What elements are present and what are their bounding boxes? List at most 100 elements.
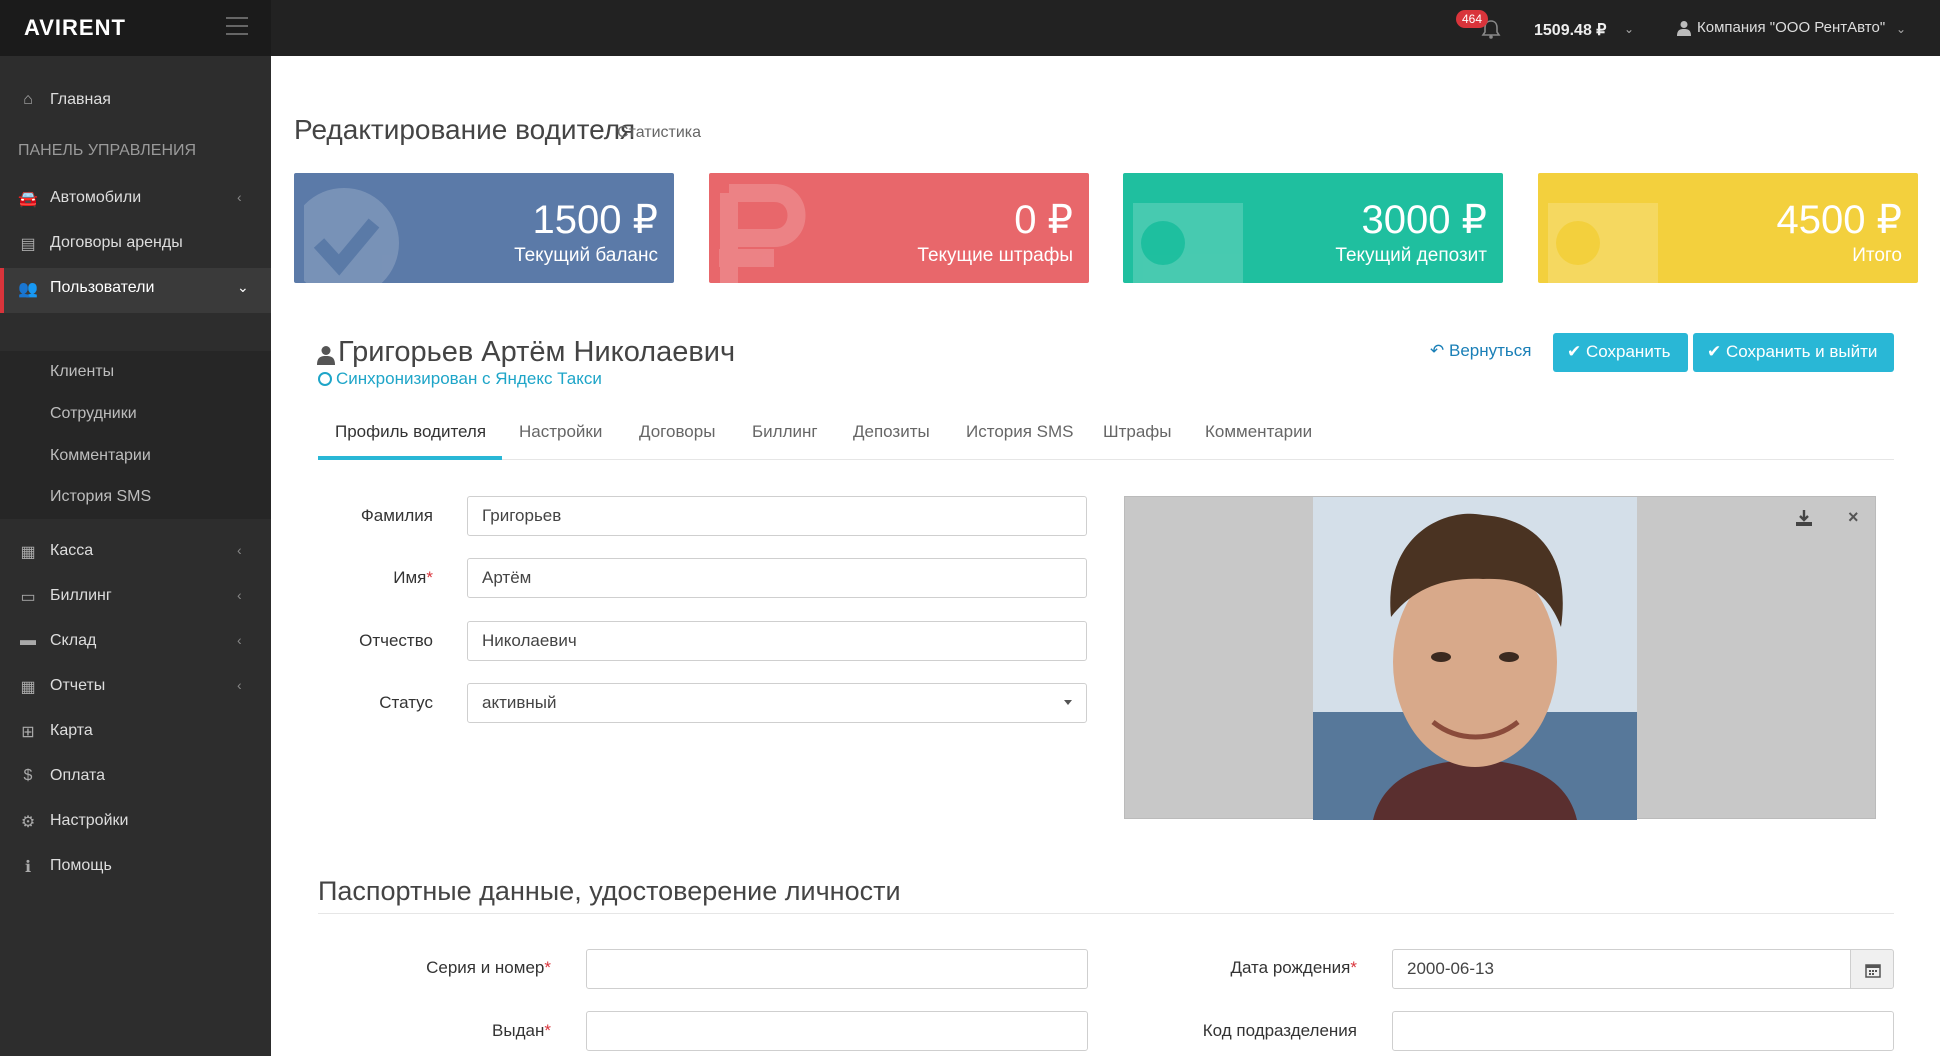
chevron-down-icon: ⌄ <box>237 279 249 295</box>
sidebar-item-warehouse[interactable]: ▬ Склад ‹ <box>0 621 271 663</box>
tab-contracts[interactable]: Договоры <box>639 422 715 442</box>
patronymic-field[interactable]: Николаевич <box>467 621 1087 661</box>
chevron-left-icon: ‹ <box>237 542 242 558</box>
first-name-label: Имя* <box>320 568 433 588</box>
tab-billing[interactable]: Биллинг <box>752 422 818 442</box>
tab-driver-profile[interactable]: Профиль водителя <box>335 422 486 442</box>
chevron-left-icon: ‹ <box>237 189 242 205</box>
close-icon[interactable]: × <box>1848 507 1859 528</box>
archive-icon: ▬ <box>20 632 36 649</box>
sidebar-item-cash[interactable]: ▦ Касса ‹ <box>0 531 271 573</box>
first-name-label-text: Имя <box>393 568 427 587</box>
tab-sms-history[interactable]: История SMS <box>966 422 1074 442</box>
sidebar-item-label: Автомобили <box>50 189 142 206</box>
sidebar-item-map[interactable]: ⊞ Карта <box>0 711 271 753</box>
sidebar-item-billing[interactable]: ▭ Биллинг ‹ <box>0 576 271 618</box>
tab-deposits[interactable]: Депозиты <box>853 422 930 442</box>
sidebar-item-label: Склад <box>50 632 97 649</box>
driver-name: Григорьев Артём Николаевич <box>338 336 736 368</box>
sidebar-item-label: Помощь <box>50 857 112 874</box>
chevron-down-icon[interactable]: ⌄ <box>1896 22 1906 36</box>
sidebar-item-label: Карта <box>50 722 93 739</box>
sidebar-subitem-sms-history[interactable]: История SMS <box>50 488 151 506</box>
page-title: Редактирование водителя <box>294 114 636 145</box>
sidebar-item-help[interactable]: ℹ Помощь <box>0 846 271 888</box>
stat-card-balance: 1500 ₽ Текущий баланс <box>294 173 674 283</box>
company-menu[interactable]: Компания "ООО РентАвто" <box>1697 19 1885 36</box>
stat-caption: Текущий депозит <box>1335 245 1487 266</box>
sidebar-item-settings[interactable]: ⚙ Настройки <box>0 801 271 843</box>
required-marker: * <box>426 568 433 587</box>
driver-photo[interactable] <box>1313 497 1637 820</box>
check-icon: ✔ <box>1567 342 1582 361</box>
sync-status-label: Синхронизирован с Яндекс Такси <box>336 369 602 388</box>
check-circle-icon <box>318 372 332 386</box>
info-icon: ℹ <box>24 859 32 876</box>
required-marker: * <box>1350 958 1357 977</box>
sidebar-item-label: Договоры аренды <box>50 234 183 251</box>
chevron-left-icon: ‹ <box>237 632 242 648</box>
sidebar-item-cars[interactable]: 🚘 Автомобили ‹ <box>0 178 271 220</box>
save-exit-button-label: Сохранить и выйти <box>1725 342 1878 361</box>
save-exit-button[interactable]: ✔ Сохранить и выйти <box>1693 333 1894 372</box>
sidebar-subitem-comments[interactable]: Комментарии <box>50 447 151 465</box>
passport-issued-label-text: Выдан <box>492 1021 545 1040</box>
stat-card-deposit: 3000 ₽ Текущий депозит <box>1123 173 1503 283</box>
account-balance[interactable]: 1509.48 ₽ <box>1534 20 1606 40</box>
tab-settings[interactable]: Настройки <box>519 422 602 442</box>
check-circle-icon <box>304 188 399 283</box>
money-icon <box>1133 203 1243 283</box>
passport-section-title: Паспортные данные, удостоверение личност… <box>318 876 901 906</box>
back-button[interactable]: ↶ Вернуться <box>1430 341 1531 361</box>
sidebar-subitem-clients[interactable]: Клиенты <box>50 363 114 381</box>
division-code-field[interactable] <box>1392 1011 1894 1051</box>
last-name-field[interactable]: Григорьев <box>467 496 1087 536</box>
chevron-left-icon: ‹ <box>237 677 242 693</box>
passport-series-label-text: Серия и номер <box>426 958 545 977</box>
home-icon: ⌂ <box>23 91 33 108</box>
stat-value: 3000 ₽ <box>1361 198 1487 242</box>
sidebar-item-label: Биллинг <box>50 587 112 604</box>
sidebar-subitem-employees[interactable]: Сотрудники <box>50 405 137 423</box>
sidebar-item-home[interactable]: ⌂ Главная <box>0 80 271 122</box>
birth-date-field[interactable]: 2000-06-13 <box>1392 949 1852 989</box>
tab-fines[interactable]: Штрафы <box>1103 422 1171 442</box>
user-icon <box>317 346 335 365</box>
sidebar-section-label: ПАНЕЛЬ УПРАВЛЕНИЯ <box>18 142 197 159</box>
first-name-field[interactable]: Артём <box>467 558 1087 598</box>
passport-issued-label: Выдан* <box>380 1021 551 1041</box>
chevron-left-icon: ‹ <box>237 587 242 603</box>
menu-toggle-icon[interactable] <box>226 17 248 37</box>
stat-card-fines: 0 ₽ Текущие штрафы <box>709 173 1089 283</box>
passport-issued-field[interactable] <box>586 1011 1088 1051</box>
calendar-button[interactable] <box>1850 949 1894 989</box>
sidebar-item-payment[interactable]: $ Оплата <box>0 756 271 798</box>
save-button-label: Сохранить <box>1585 342 1671 361</box>
user-icon <box>1677 21 1691 36</box>
stat-caption: Текущие штрафы <box>917 245 1073 266</box>
sidebar-item-contracts[interactable]: ▤ Договоры аренды <box>0 223 271 265</box>
last-name-label: Фамилия <box>360 506 433 525</box>
tab-bar: Профиль водителя Настройки Договоры Билл… <box>318 418 1894 460</box>
download-icon[interactable] <box>1795 509 1813 527</box>
money-icon <box>1548 203 1658 283</box>
table-icon: ▦ <box>20 679 36 696</box>
division-code-label: Код подразделения <box>1202 1021 1357 1040</box>
sidebar-item-label: Отчеты <box>50 677 106 694</box>
notification-badge[interactable]: 464 <box>1456 10 1489 28</box>
sidebar-item-users[interactable]: 👥 Пользователи ⌄ <box>0 268 271 313</box>
status-select[interactable]: активный <box>467 683 1087 723</box>
stat-value: 0 ₽ <box>1014 198 1073 242</box>
stat-caption: Итого <box>1852 245 1902 266</box>
birth-date-label-text: Дата рождения <box>1230 958 1351 977</box>
tab-comments[interactable]: Комментарии <box>1205 422 1312 442</box>
active-tab-indicator <box>318 456 502 460</box>
passport-series-field[interactable] <box>586 949 1088 989</box>
sidebar-item-label: Оплата <box>50 767 106 784</box>
sidebar-item-reports[interactable]: ▦ Отчеты ‹ <box>0 666 271 708</box>
car-icon: 🚘 <box>18 191 38 208</box>
driver-photo-panel: × <box>1124 496 1876 820</box>
save-button[interactable]: ✔ Сохранить <box>1553 333 1688 372</box>
status-select-value: активный <box>482 693 557 712</box>
chevron-down-icon[interactable]: ⌄ <box>1624 22 1634 36</box>
